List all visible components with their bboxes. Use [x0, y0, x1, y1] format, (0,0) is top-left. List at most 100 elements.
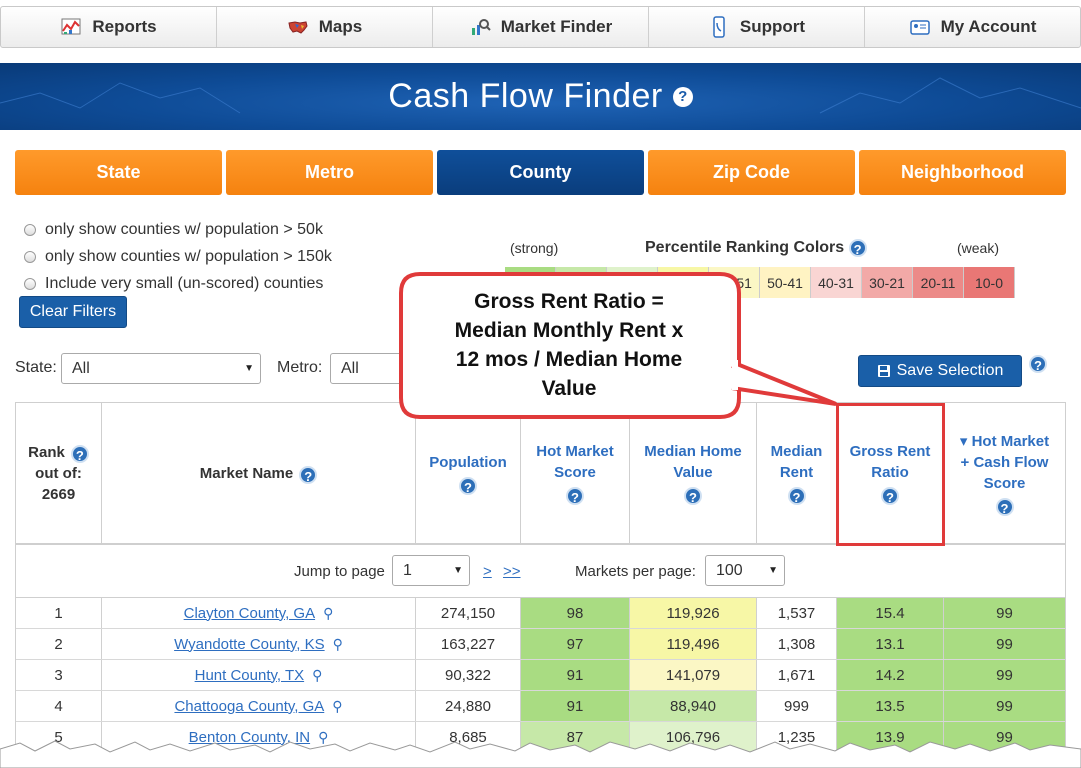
table-row: 3 Hunt County, TX ⚲ 90,322 91 141,079 1,671 14.… [16, 660, 1065, 691]
median-home-help-icon[interactable]: ? [684, 487, 702, 505]
nav-maps[interactable]: Maps [217, 7, 433, 47]
table-row: 4 Chattooga County, GA ⚲ 24,880 91 88,940 999 1… [16, 691, 1065, 722]
map-pin-icon[interactable]: ⚲ [323, 605, 333, 622]
population-cell: 24,880 [416, 691, 521, 721]
market-name-link[interactable]: Hunt County, TX [195, 667, 305, 684]
metro-label: Metro: [277, 359, 323, 376]
col-median-rent[interactable]: Median Rent ? [757, 403, 837, 543]
tab-neighborhood[interactable]: Neighborhood [859, 150, 1066, 195]
filter-option-label: Include very small (un-scored) counties [45, 274, 324, 292]
save-help-icon[interactable]: ? [1029, 355, 1047, 373]
median-rent-cell: 999 [757, 691, 837, 721]
nav-my-account-label: My Account [940, 17, 1037, 36]
floppy-disk-icon [877, 365, 890, 377]
banner-background-chart [0, 77, 1081, 114]
hot-market-score-cell: 91 [521, 660, 630, 690]
legend-cell: 30-21 [862, 267, 913, 298]
rank-cell: 3 [16, 660, 102, 690]
hot-cash-help-icon[interactable]: ? [995, 497, 1014, 516]
tab-county[interactable]: County [437, 150, 644, 195]
page-select[interactable]: 1 ▼ [392, 555, 470, 586]
filter-option-small[interactable]: Include very small (un-scored) counties [24, 270, 332, 297]
tab-zip-code[interactable]: Zip Code [648, 150, 855, 195]
population-cell: 274,150 [416, 598, 521, 628]
cash-flow-score-cell: 99 [944, 691, 1065, 721]
rank-header-out-of: out of: [35, 465, 82, 482]
population-cell: 163,227 [416, 629, 521, 659]
hot-market-header-line1: Hot Market [536, 443, 614, 460]
nav-my-account[interactable]: My Account [865, 7, 1080, 47]
table-pager: Jump to page 1 ▼ > >> Markets per page: … [16, 545, 1065, 598]
per-page-select-value: 100 [716, 561, 743, 579]
median-rent-cell: 1,537 [757, 598, 837, 628]
map-pin-icon[interactable]: ⚲ [333, 636, 343, 653]
rank-header-label: Rank [28, 443, 65, 461]
market-name-cell: Wyandotte County, KS ⚲ [102, 629, 416, 659]
hot-cash-header-line3: Score [983, 474, 1026, 492]
map-pin-icon[interactable]: ⚲ [312, 667, 322, 684]
nav-reports-label: Reports [92, 17, 157, 36]
filter-option-150k[interactable]: only show counties w/ population > 150k [24, 243, 332, 270]
legend-title: Percentile Ranking Colors ? [645, 239, 867, 257]
per-page-select[interactable]: 100 ▼ [705, 555, 785, 586]
col-hot-market-cash-flow-score[interactable]: ▾ Hot Market + Cash Flow Score ? [944, 403, 1065, 543]
nav-support[interactable]: Support [649, 7, 865, 47]
hot-market-help-icon[interactable]: ? [566, 487, 584, 505]
clear-filters-button[interactable]: Clear Filters [19, 296, 127, 328]
col-rank[interactable]: Rank? out of: 2669 [16, 403, 102, 543]
market-name-link[interactable]: Wyandotte County, KS [174, 636, 325, 653]
account-card-icon [909, 20, 930, 35]
page-banner: Cash Flow Finder ? [0, 63, 1081, 130]
chevron-down-icon: ▼ [768, 565, 778, 576]
market-name-help-icon[interactable]: ? [299, 466, 318, 484]
market-name-cell: Clayton County, GA ⚲ [102, 598, 416, 628]
last-page-link[interactable]: >> [503, 563, 521, 580]
market-name-link[interactable]: Chattooga County, GA [174, 698, 324, 715]
cash-flow-score-cell: 99 [944, 629, 1065, 659]
median-rent-cell: 1,308 [757, 629, 837, 659]
legend-help-icon[interactable]: ? [848, 239, 867, 257]
state-select[interactable]: All ▼ [61, 353, 261, 384]
tab-state[interactable]: State [15, 150, 222, 195]
market-name-link[interactable]: Clayton County, GA [184, 605, 315, 622]
table-row: 1 Clayton County, GA ⚲ 274,150 98 119,926 1,53… [16, 598, 1065, 629]
next-page-link[interactable]: > [483, 563, 492, 580]
us-map-icon [288, 21, 308, 34]
save-selection-button[interactable]: Save Selection [858, 355, 1022, 387]
median-rent-help-icon[interactable]: ? [787, 487, 806, 505]
legend-cell: 40-31 [811, 267, 862, 298]
filter-option-50k[interactable]: only show counties w/ population > 50k [24, 216, 332, 243]
chevron-down-icon: ▼ [244, 363, 254, 374]
phone-support-icon [713, 16, 725, 38]
nav-maps-label: Maps [318, 17, 363, 36]
metro-select-value: All [341, 359, 359, 377]
nav-reports[interactable]: Reports [1, 7, 217, 47]
col-market-name[interactable]: Market Name? [102, 403, 416, 543]
rank-cell: 1 [16, 598, 102, 628]
geography-tabs: State Metro County Zip Code Neighborhood [15, 150, 1066, 195]
population-header-label: Population [429, 453, 507, 471]
nav-support-label: Support [739, 17, 806, 36]
rank-cell: 2 [16, 629, 102, 659]
median-home-value-cell: 141,079 [630, 660, 757, 690]
tab-metro[interactable]: Metro [226, 150, 433, 195]
callout-line: Median Monthly Rent x [454, 319, 684, 342]
torn-paper-edge [0, 740, 1081, 768]
radio-icon[interactable] [24, 250, 36, 263]
gross-rent-ratio-cell: 13.5 [837, 691, 944, 721]
rank-help-icon[interactable]: ? [70, 445, 89, 463]
table-row: 2 Wyandotte County, KS ⚲ 163,227 97 119,496 1,… [16, 629, 1065, 660]
chevron-down-icon: ▼ [453, 565, 463, 576]
save-selection-label: Save Selection [896, 362, 1004, 379]
hot-market-score-cell: 91 [521, 691, 630, 721]
legend-title-text: Percentile Ranking Colors [645, 239, 845, 257]
median-home-value-cell: 119,496 [630, 629, 757, 659]
filter-option-label: only show counties w/ population > 50k [45, 220, 323, 238]
radio-icon[interactable] [24, 277, 36, 290]
population-help-icon[interactable]: ? [459, 476, 477, 495]
nav-market-finder-label: Market Finder [500, 17, 613, 36]
map-pin-icon[interactable]: ⚲ [332, 698, 342, 715]
radio-icon[interactable] [24, 223, 36, 236]
nav-market-finder[interactable]: Market Finder [433, 7, 649, 47]
median-home-value-cell: 119,926 [630, 598, 757, 628]
